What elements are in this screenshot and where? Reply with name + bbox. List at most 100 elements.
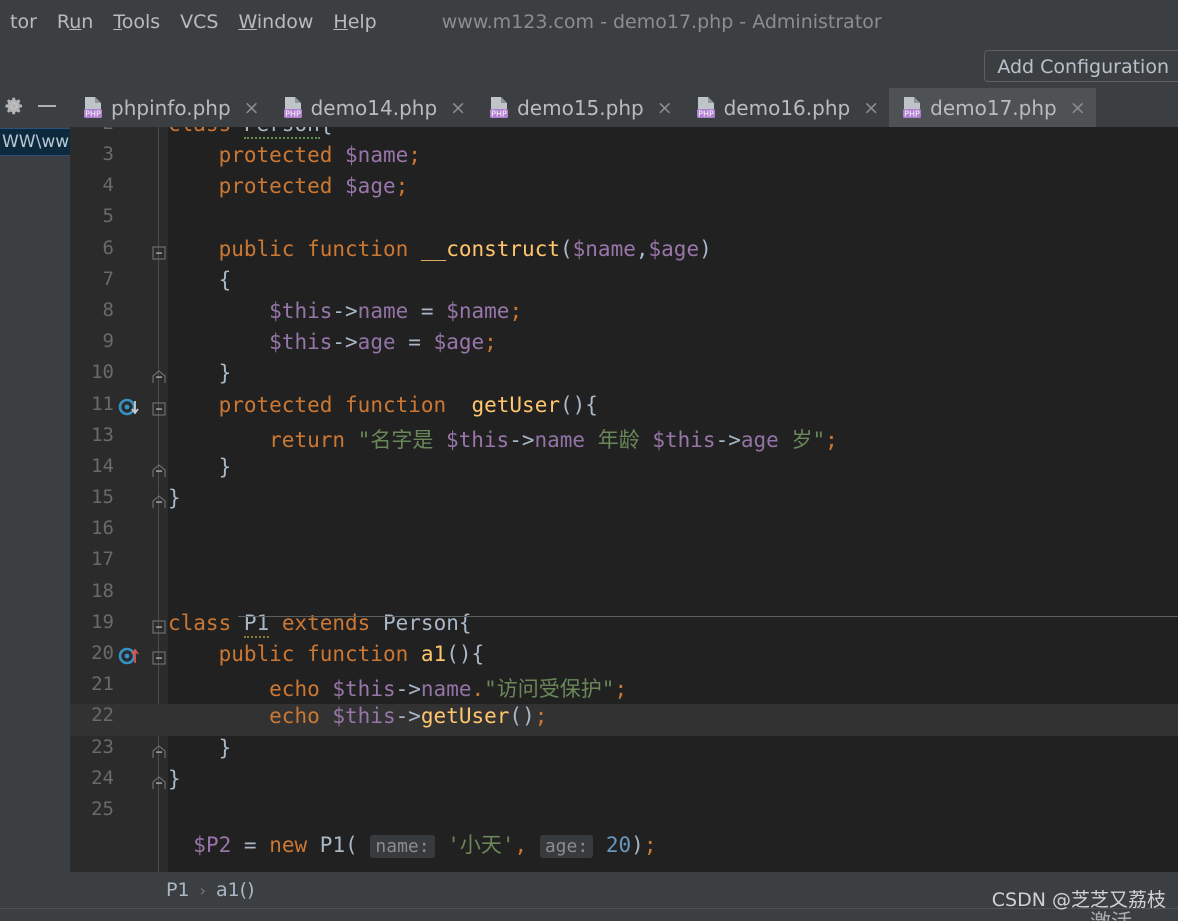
line-number: 6 [102,236,114,259]
line-number: 16 [91,517,114,540]
menu-item-tools[interactable]: Tools [103,11,170,33]
code-line[interactable]: 21 echo $this->name."访问受保护"; [70,673,1178,704]
gear-icon[interactable] [4,96,24,116]
fold-minus-icon[interactable] [152,245,166,260]
watermark-secondary: 激活 [1090,906,1132,921]
editor-tab-demo14[interactable]: PHP demo14.php × [270,88,477,127]
php-file-icon: PHP [82,96,104,120]
editor-tab-bar: PHP phpinfo.php × PHP demo14.php × PHP d… [70,88,1178,127]
breadcrumb-item-method[interactable]: a1() [216,879,255,901]
code-line[interactable]: 16 [70,517,1178,548]
line-number: 2 [70,127,114,134]
param-hint-age: age: [539,835,594,859]
menu-item-editor[interactable]: tor [0,11,47,33]
code-line[interactable]: 4 protected $age; [70,174,1178,205]
project-tree-item[interactable]: WW\ww [0,128,70,156]
code-line[interactable]: 24 } [70,767,1178,798]
overriding-method-marker[interactable] [118,646,144,672]
menu-item-run[interactable]: Run [47,11,103,33]
line-number: 9 [102,330,114,353]
line-number: 8 [102,298,114,321]
svg-text:PHP: PHP [904,109,920,118]
fold-minus-icon[interactable] [152,401,166,415]
close-icon[interactable]: × [1070,97,1086,119]
toolbar: Add Configuration [0,44,1178,88]
menu-bar: tor Run Tools VCS Window Help www.m123.c… [0,0,1178,45]
editor-tab-phpinfo[interactable]: PHP phpinfo.php × [70,88,270,127]
project-panel-toolbar [0,88,70,124]
code-line[interactable]: 23 } [70,736,1178,767]
fold-end-icon[interactable] [152,775,166,789]
php-file-icon: PHP [282,96,304,120]
editor-tab-label: phpinfo.php [111,95,231,120]
close-icon[interactable]: × [863,97,879,119]
editor-tab-demo15[interactable]: PHP demo15.php × [476,88,683,127]
watermark-text: CSDN @芝芝又荔枝 [991,889,1166,911]
code-line[interactable]: 13 return "名字是 $this->name 年龄 $this->age… [70,424,1178,455]
close-icon[interactable]: × [450,97,466,119]
ide-window: tor Run Tools VCS Window Help www.m123.c… [0,0,1178,921]
code-editor[interactable]: 2 class Person{ 3 protected $name; 4 pro… [70,127,1178,872]
code-line[interactable]: 18 [70,580,1178,611]
close-icon[interactable]: × [657,97,673,119]
close-icon[interactable]: × [244,97,260,119]
code-line[interactable]: 10 } [70,361,1178,392]
section-separator [238,616,1178,617]
line-number: 20 [91,642,114,664]
code-line[interactable]: 20 public function a1(){ [70,642,1178,673]
line-number: 5 [102,205,114,228]
code-line[interactable]: 6 public function __construct($name,$age… [70,237,1178,268]
param-hint-name: name: [370,835,435,859]
editor-tab-demo16[interactable]: PHP demo16.php × [683,88,890,127]
code-line[interactable]: 9 $this->age = $age; [70,330,1178,361]
menu-item-help[interactable]: Help [323,11,386,33]
add-configuration-button[interactable]: Add Configuration [984,50,1178,82]
svg-text:PHP: PHP [491,109,507,118]
fold-end-icon[interactable] [152,744,166,758]
code-line[interactable]: 3 protected $name; [70,143,1178,174]
menu-item-window[interactable]: Window [229,11,324,33]
project-tree-item-label: WW\ww [2,132,70,152]
code-line[interactable]: 14 } [70,455,1178,486]
breadcrumb-item-class[interactable]: P1 [166,879,190,901]
code-line-current[interactable]: 22 echo $this->getUser(); [70,704,1178,736]
fold-end-icon[interactable] [152,463,166,477]
fold-end-icon[interactable] [152,494,166,509]
line-number: 3 [102,143,114,165]
line-number: 23 [91,735,114,758]
menu-item-vcs[interactable]: VCS [170,11,228,33]
code-line[interactable]: 25 [70,798,1178,829]
code-line[interactable]: 15 } [70,486,1178,517]
code-line[interactable]: 17 [70,548,1178,579]
code-line[interactable]: 7 { [70,268,1178,299]
line-number: 22 [91,704,114,727]
line-number: 7 [102,267,114,290]
fold-minus-icon[interactable] [152,650,166,665]
window-title: www.m123.com - demo17.php - Administrato… [441,11,882,33]
line-number: 4 [102,174,114,197]
svg-text:PHP: PHP [285,109,301,118]
editor-tab-label: demo15.php [517,95,644,120]
line-number: 13 [91,423,114,446]
editor-tab-label: demo16.php [723,95,851,120]
line-number: 14 [91,454,114,477]
line-number: 11 [91,392,114,415]
line-number: 18 [91,579,114,602]
code-line[interactable]: 5 [70,205,1178,236]
fold-minus-icon[interactable] [152,619,166,634]
implemented-method-marker[interactable] [118,397,144,423]
collapse-all-icon[interactable] [38,105,56,107]
line-number: 21 [91,673,114,696]
code-line[interactable]: 2 class Person{ [70,127,1178,143]
line-number: 17 [91,548,114,571]
editor-tab-demo17[interactable]: PHP demo17.php × [889,88,1096,127]
editor-tab-label: demo17.php [930,95,1057,120]
code-line[interactable]: 11 protected function getUser(){ [70,393,1178,424]
line-number: 15 [91,486,114,509]
line-number: 25 [91,797,114,820]
fold-end-icon[interactable] [152,369,166,384]
code-line[interactable]: $P2 = new P1( name: '小天', age: 20); [70,829,1178,860]
code-line[interactable]: 8 $this->name = $name; [70,299,1178,330]
svg-text:PHP: PHP [698,109,714,118]
chevron-right-icon: › [199,880,206,900]
